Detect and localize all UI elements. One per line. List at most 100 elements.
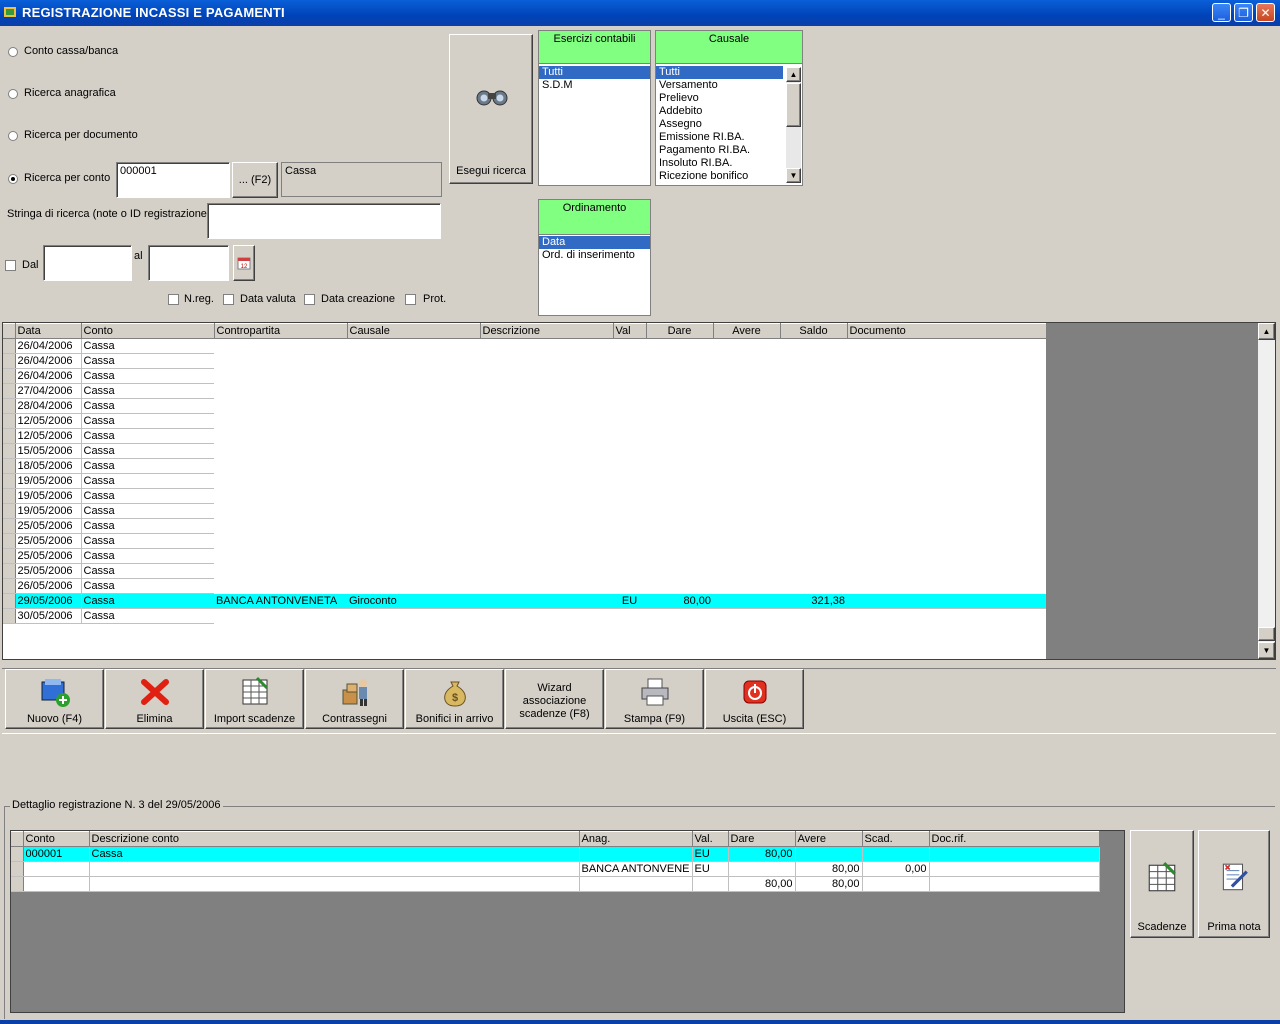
table-row[interactable]: 25/05/2006 Cassa bbox=[3, 533, 1046, 549]
column-header[interactable]: Val bbox=[613, 323, 647, 339]
table-row[interactable]: 12/05/2006 Cassa bbox=[3, 413, 1046, 429]
table-row[interactable]: 30/05/2006 Cassa bbox=[3, 608, 1046, 624]
row-indicator[interactable] bbox=[11, 876, 24, 892]
scroll-down-icon[interactable]: ▼ bbox=[1258, 642, 1275, 659]
row-indicator[interactable] bbox=[3, 428, 16, 444]
esegui-ricerca-button[interactable]: Esegui ricerca bbox=[449, 34, 533, 184]
row-indicator[interactable] bbox=[3, 503, 16, 519]
dal-checkbox[interactable] bbox=[5, 260, 16, 271]
scroll-thumb[interactable] bbox=[786, 83, 801, 127]
column-header[interactable]: Doc.rif. bbox=[929, 831, 1100, 847]
prot-checkbox[interactable] bbox=[405, 294, 416, 305]
row-indicator[interactable] bbox=[3, 383, 16, 399]
causale-item[interactable]: Prelievo bbox=[656, 92, 783, 105]
conto-code-input[interactable]: 000001 bbox=[116, 162, 230, 198]
close-icon[interactable]: ✕ bbox=[1256, 3, 1275, 22]
row-indicator[interactable] bbox=[3, 548, 16, 564]
data-valuta-checkbox[interactable] bbox=[223, 294, 234, 305]
data-creazione-checkbox[interactable] bbox=[304, 294, 315, 305]
row-indicator[interactable] bbox=[11, 861, 24, 877]
table-row[interactable]: 19/05/2006 Cassa bbox=[3, 488, 1046, 504]
esercizi-item[interactable]: Tutti bbox=[539, 66, 650, 79]
row-indicator[interactable] bbox=[3, 398, 16, 414]
column-header[interactable]: Data bbox=[15, 323, 82, 339]
radio-ricerca-conto[interactable] bbox=[8, 174, 18, 184]
column-header[interactable]: Documento bbox=[847, 323, 1047, 339]
causale-item[interactable]: Emissione RI.BA. bbox=[656, 131, 783, 144]
row-indicator[interactable] bbox=[3, 443, 16, 459]
stampa-button[interactable]: Stampa (F9) bbox=[605, 669, 704, 729]
scroll-thumb[interactable] bbox=[1258, 627, 1275, 641]
calendar-button[interactable]: 12 bbox=[233, 245, 255, 281]
row-indicator[interactable] bbox=[3, 473, 16, 489]
contrassegni-button[interactable]: Contrassegni bbox=[305, 669, 404, 729]
detail-row[interactable]: 000001 Cassa EU 80,00 bbox=[11, 846, 1100, 862]
column-header[interactable]: Conto bbox=[81, 323, 215, 339]
radio-conto-cassa[interactable] bbox=[8, 47, 18, 57]
table-row[interactable]: 18/05/2006 Cassa bbox=[3, 458, 1046, 474]
table-row[interactable]: 19/05/2006 Cassa bbox=[3, 473, 1046, 489]
table-row[interactable]: 25/05/2006 Cassa bbox=[3, 563, 1046, 579]
column-header[interactable]: Conto bbox=[23, 831, 90, 847]
scroll-up-icon[interactable]: ▲ bbox=[786, 67, 801, 82]
row-indicator[interactable] bbox=[3, 368, 16, 384]
table-row[interactable]: 12/05/2006 Cassa bbox=[3, 428, 1046, 444]
radio-ricerca-documento[interactable] bbox=[8, 131, 18, 141]
minimize-icon[interactable]: _ bbox=[1212, 3, 1231, 22]
restore-icon[interactable]: ❐ bbox=[1234, 3, 1253, 22]
causale-item[interactable]: Assegno bbox=[656, 118, 783, 131]
causale-scrollbar[interactable]: ▲ ▼ bbox=[786, 67, 801, 183]
uscita-button[interactable]: Uscita (ESC) bbox=[705, 669, 804, 729]
causale-item[interactable]: Addebito bbox=[656, 105, 783, 118]
bonifici-arrivo-button[interactable]: $ Bonifici in arrivo bbox=[405, 669, 504, 729]
causale-item[interactable]: Versamento bbox=[656, 79, 783, 92]
table-row[interactable]: 15/05/2006 Cassa bbox=[3, 443, 1046, 459]
row-indicator[interactable] bbox=[3, 533, 16, 549]
table-row[interactable]: 26/04/2006 Cassa bbox=[3, 338, 1046, 354]
row-indicator[interactable] bbox=[3, 338, 16, 354]
table-row[interactable]: 26/05/2006 Cassa bbox=[3, 578, 1046, 594]
causale-item[interactable]: Pagamento RI.BA. bbox=[656, 144, 783, 157]
scroll-up-icon[interactable]: ▲ bbox=[1258, 323, 1275, 340]
scroll-down-icon[interactable]: ▼ bbox=[786, 168, 801, 183]
row-indicator[interactable] bbox=[3, 518, 16, 534]
scadenze-button[interactable]: Scadenze bbox=[1130, 830, 1194, 938]
table-row[interactable]: 26/04/2006 Cassa bbox=[3, 353, 1046, 369]
lookup-f2-button[interactable]: ... (F2) bbox=[232, 162, 278, 198]
column-header[interactable]: Val. bbox=[692, 831, 729, 847]
ordinamento-item[interactable]: Ord. di inserimento bbox=[539, 249, 650, 262]
date-from-input[interactable] bbox=[43, 245, 132, 281]
row-indicator[interactable] bbox=[3, 353, 16, 369]
row-indicator[interactable] bbox=[3, 578, 16, 594]
detail-row[interactable]: 80,00 80,00 bbox=[11, 876, 1100, 892]
search-string-input[interactable] bbox=[207, 203, 441, 239]
table-row[interactable]: 25/05/2006 Cassa bbox=[3, 518, 1046, 534]
column-header[interactable]: Descrizione conto bbox=[89, 831, 580, 847]
column-header[interactable]: Dare bbox=[646, 323, 714, 339]
table-row[interactable]: 25/05/2006 Cassa bbox=[3, 548, 1046, 564]
table-row[interactable]: 27/04/2006 Cassa bbox=[3, 383, 1046, 399]
detail-row[interactable]: BANCA ANTONVENE EU 80,00 0,00 bbox=[11, 861, 1100, 877]
table-row[interactable]: 26/04/2006 Cassa bbox=[3, 368, 1046, 384]
ordinamento-item[interactable]: Data bbox=[539, 236, 650, 249]
row-indicator[interactable] bbox=[3, 458, 16, 474]
causale-item[interactable]: Tutti bbox=[656, 66, 783, 79]
column-header[interactable]: Anag. bbox=[579, 831, 693, 847]
table-row[interactable]: 19/05/2006 Cassa bbox=[3, 503, 1046, 519]
causale-item[interactable]: Insoluto RI.BA. bbox=[656, 157, 783, 170]
radio-ricerca-anagrafica[interactable] bbox=[8, 89, 18, 99]
date-to-input[interactable] bbox=[148, 245, 229, 281]
column-header[interactable]: Contropartita bbox=[214, 323, 348, 339]
column-header[interactable]: Avere bbox=[795, 831, 863, 847]
table-row[interactable]: 29/05/2006 Cassa BANCA ANTONVENETA Girocont… bbox=[3, 593, 1046, 609]
wizard-associazione-button[interactable]: Wizard associazione scadenze (F8) bbox=[505, 669, 604, 729]
table-row[interactable]: 28/04/2006 Cassa bbox=[3, 398, 1046, 414]
row-indicator[interactable] bbox=[3, 608, 16, 624]
esercizi-item[interactable]: S.D.M bbox=[539, 79, 650, 92]
column-header[interactable]: Causale bbox=[347, 323, 481, 339]
causale-item[interactable]: Ricezione bonifico bbox=[656, 170, 783, 183]
row-indicator[interactable] bbox=[3, 563, 16, 579]
column-header[interactable]: Dare bbox=[728, 831, 796, 847]
import-scadenze-button[interactable]: Import scadenze bbox=[205, 669, 304, 729]
column-header[interactable]: Avere bbox=[713, 323, 781, 339]
